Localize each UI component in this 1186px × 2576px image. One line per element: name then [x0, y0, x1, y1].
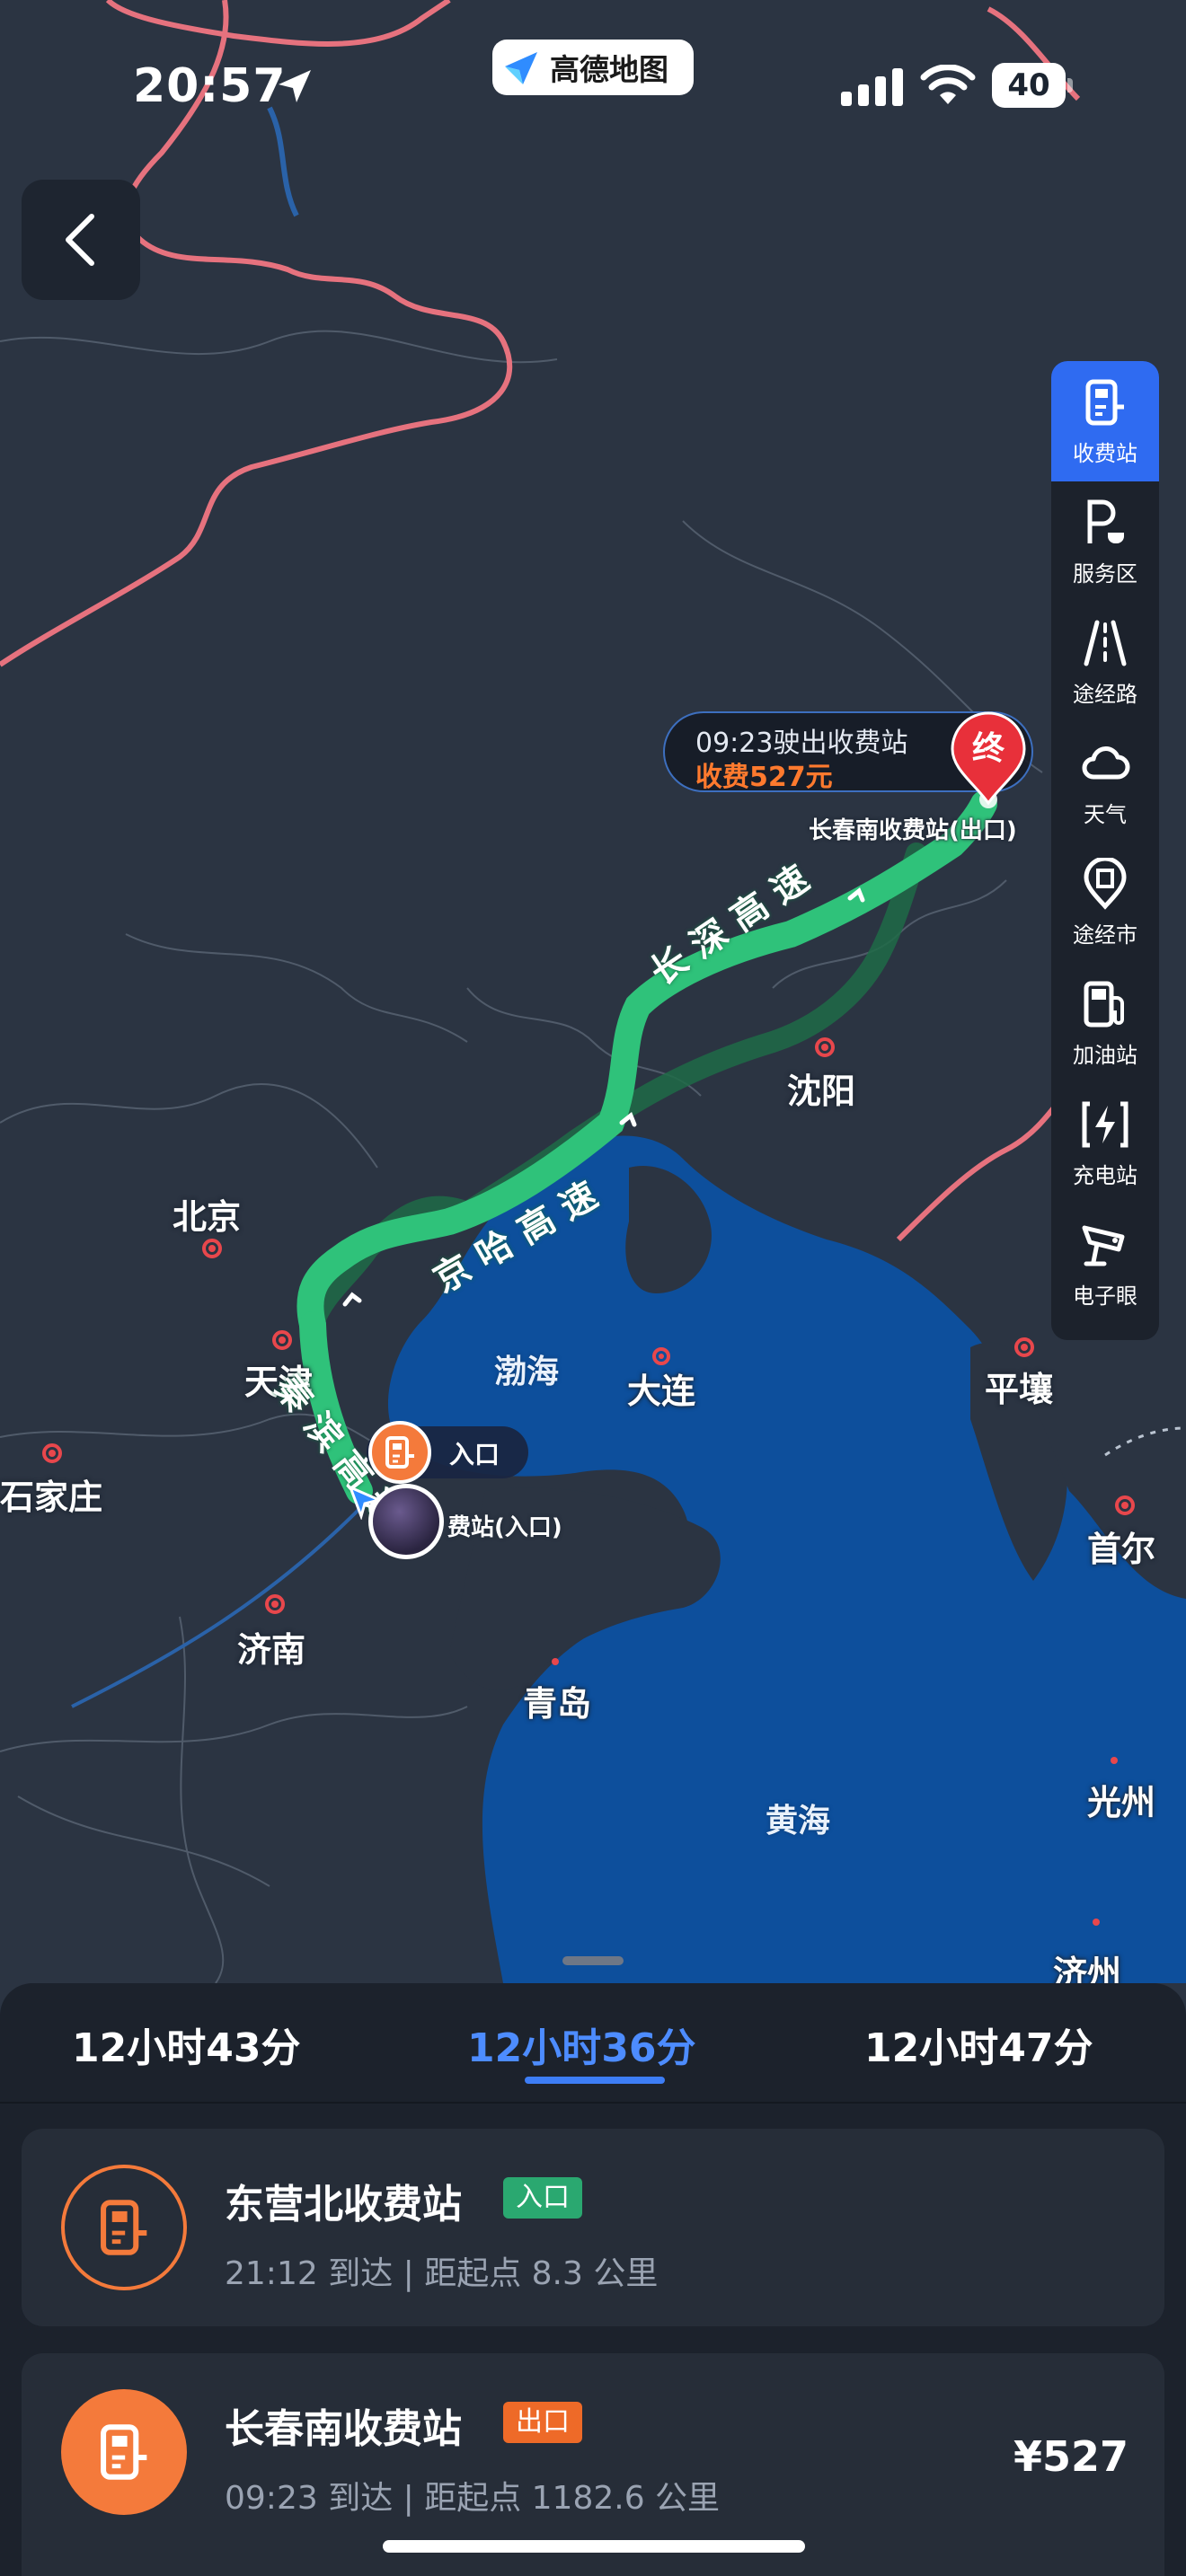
toolbar-label: 天气 [1084, 801, 1127, 827]
service-area-icon [1087, 499, 1124, 543]
toll-station-name: 长春南收费站 [225, 2406, 462, 2452]
destination-fee: 收费527元 [695, 762, 833, 793]
toll-price: ¥527 [1013, 2432, 1128, 2481]
toolbar-label: 收费站 [1073, 440, 1137, 466]
city-label-qingdao: 青岛 [523, 1684, 592, 1724]
amap-logo-icon [505, 52, 537, 84]
road-icon [1084, 620, 1127, 666]
toll-booth-icon [368, 1421, 431, 1484]
sea-label-yellow-sea: 黄海 [766, 1803, 831, 1839]
toll-station-card[interactable]: 东营北收费站 入口 21:12 到达 | 距起点 8.3 公里 [22, 2129, 1164, 2326]
toll-booth-icon [1085, 379, 1124, 425]
city-label-beijing: 北京 [173, 1197, 242, 1237]
charging-icon [1082, 1101, 1128, 1147]
city-label-jinan: 济南 [237, 1630, 306, 1670]
city-label-shenyang: 沈阳 [787, 1072, 856, 1111]
tab-route-1[interactable]: 12小时43分 [72, 2016, 300, 2073]
toolbar-service-area[interactable]: 服务区 [1051, 481, 1159, 602]
battery-level: 40 [992, 63, 1066, 108]
toll-station-detail: 09:23 到达 | 距起点 1182.6 公里 [225, 2480, 721, 2517]
app-name: 高德地图 [550, 52, 668, 87]
chevron-left-icon [66, 214, 94, 266]
destination-name: 长春南收费站(出口) [809, 817, 1017, 844]
city-label-shijiazhuang: 石家庄 [0, 1478, 103, 1517]
entry-label: 入口 [449, 1440, 500, 1469]
toolbar-label: 电子眼 [1073, 1283, 1137, 1309]
entry-badge: 入口 [503, 2177, 582, 2219]
toolbar-speed-camera[interactable]: 电子眼 [1051, 1204, 1159, 1324]
home-indicator[interactable] [383, 2540, 805, 2553]
toolbar-label: 充电站 [1073, 1162, 1137, 1188]
avatar[interactable] [368, 1484, 444, 1559]
camera-icon [1082, 1225, 1125, 1266]
tab-route-3[interactable]: 12小时47分 [864, 2016, 1093, 2073]
city-label-seoul: 首尔 [1087, 1530, 1156, 1569]
app-indicator-pill[interactable]: 高德地图 [492, 40, 694, 95]
tab-route-2[interactable]: 12小时36分 [467, 2016, 695, 2073]
toolbar-weather[interactable]: 天气 [1051, 722, 1159, 842]
status-time: 20:57 [133, 59, 287, 113]
toll-station-detail: 21:12 到达 | 距起点 8.3 公里 [225, 2255, 659, 2292]
toolbar-label: 加油站 [1073, 1042, 1137, 1068]
battery-icon: 40 [992, 63, 1073, 108]
toolbar-via-road[interactable]: 途经路 [1051, 602, 1159, 722]
status-bar: 20:57 高德地图 40 [0, 0, 1186, 171]
toll-station-name: 东营北收费站 [225, 2182, 462, 2228]
location-arrow-icon [279, 70, 311, 102]
toolbar-toll-station[interactable]: 收费站 [1051, 361, 1159, 481]
toolbar-via-city[interactable]: 途经市 [1051, 842, 1159, 963]
toolbar-gas-station[interactable]: 加油站 [1051, 963, 1159, 1083]
toolbar-charging-station[interactable]: 充电站 [1051, 1083, 1159, 1204]
wifi-icon [920, 65, 976, 104]
toll-booth-icon [61, 2165, 187, 2290]
start-station-label: 费站(入口) [447, 1514, 562, 1541]
cloud-icon [1082, 745, 1130, 779]
cellular-signal-icon [841, 68, 903, 106]
city-label-dalian: 大连 [627, 1372, 696, 1411]
sheet-grabber[interactable] [562, 1956, 624, 1965]
destination-pin-icon[interactable]: 终 [947, 710, 1030, 810]
side-toolbar: 收费站 服务区 途经路 天气 途经市 加油站 充电站 电子眼 [1051, 361, 1159, 1340]
exit-badge: 出口 [503, 2402, 582, 2443]
city-label-pyongyang: 平壤 [985, 1370, 1054, 1409]
back-button[interactable] [22, 180, 140, 300]
destination-pin-label: 终 [971, 730, 1005, 767]
city-pin-icon [1084, 857, 1127, 910]
gas-station-icon [1084, 981, 1124, 1027]
toolbar-label: 途经路 [1073, 681, 1137, 707]
toll-booth-icon [61, 2389, 187, 2515]
sea-label-bohai: 渤海 [494, 1354, 560, 1390]
toolbar-label: 服务区 [1073, 560, 1137, 587]
toolbar-label: 途经市 [1073, 922, 1137, 948]
active-tab-indicator [525, 2077, 665, 2084]
divider [0, 2102, 1186, 2104]
city-label-gwangju: 光州 [1087, 1783, 1156, 1822]
